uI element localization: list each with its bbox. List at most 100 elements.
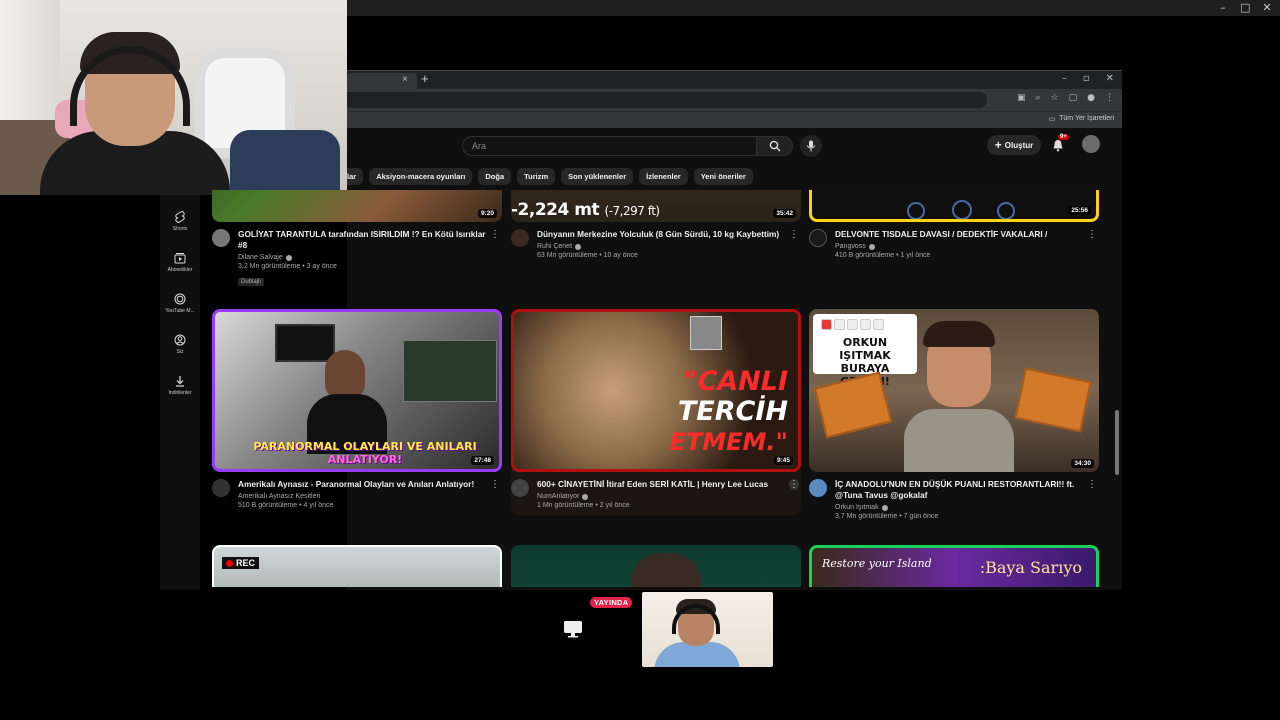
more-actions-icon[interactable]: ⋮ [789, 479, 799, 490]
channel-name[interactable]: Pangvoss [835, 243, 866, 250]
chip[interactable]: Aksiyon-macera oyunları [369, 168, 473, 185]
zoom-icon[interactable]: ⌕ [1036, 93, 1041, 103]
menu-icon[interactable]: ⋮ [1105, 93, 1114, 103]
search-placeholder: Ara [472, 141, 487, 151]
star-icon[interactable]: ☆ [1051, 93, 1059, 103]
browser-minimize-button[interactable]: – [1062, 73, 1067, 84]
video-thumbnail[interactable] [511, 545, 801, 587]
video-card[interactable]: 25:56 DELVONTE TISDALE DAVASI / DEDEKTİF… [809, 190, 1099, 259]
screen-share-icon [563, 620, 583, 643]
close-button[interactable]: ✕ [1262, 1, 1272, 14]
thumbnail-overlay-subtext: (-7,297 ft) [604, 204, 661, 218]
nav-youtube-music[interactable]: YouTube M... [160, 293, 200, 314]
video-card[interactable]: Restore your Island :Baya Sarıyo [809, 545, 1099, 587]
nav-label: İndirilenler [168, 390, 192, 396]
video-thumbnail[interactable]: 25:56 [809, 190, 1099, 222]
account-avatar[interactable] [1082, 135, 1100, 153]
video-thumbnail[interactable]: 9:20 [212, 190, 502, 222]
downloads-icon [176, 376, 184, 387]
video-thumbnail[interactable]: -2,224 mt (-7,297 ft) 35:42 [511, 190, 801, 222]
nav-subscriptions[interactable]: Abonelikler [160, 252, 200, 273]
more-actions-icon[interactable]: ⋮ [490, 229, 500, 240]
chip[interactable]: Turizm [517, 168, 556, 185]
video-duration: 35:42 [773, 209, 796, 218]
nav-label: Abonelikler [167, 267, 193, 273]
more-actions-icon[interactable]: ⋮ [1087, 229, 1097, 240]
cast-icon[interactable]: ▣ [1017, 93, 1026, 103]
video-title[interactable]: Amerikalı Aynasız - Paranormal Olayları … [238, 479, 488, 490]
video-duration: 9:20 [477, 209, 497, 218]
browser-tab[interactable]: × [347, 73, 417, 89]
channel-name[interactable]: Dilane Salvaje [238, 254, 283, 261]
address-bar: ▣ ⌕ ☆ ▢ ● ⋮ [347, 89, 1122, 111]
video-thumbnail[interactable]: PARANORMAL OLAYLARI VE ANILARI ANLATIYOR… [212, 309, 502, 472]
chip[interactable]: Son yüklenenler [561, 168, 634, 185]
chip[interactable]: İzlenenler [639, 168, 688, 185]
channel-name[interactable]: Orkun Işıtmak [835, 504, 879, 511]
search-icon [769, 140, 780, 152]
voice-search-button[interactable] [800, 135, 822, 157]
verified-icon [868, 243, 875, 250]
video-thumbnail[interactable]: Restore your Island :Baya Sarıyo [809, 545, 1099, 587]
chip[interactable]: Yeni öneriler [693, 168, 753, 185]
browser-close-button[interactable]: ✕ [1106, 73, 1114, 84]
chip[interactable]: lar [347, 168, 364, 185]
video-title[interactable]: DELVONTE TISDALE DAVASI / DEDEKTİF VAKAL… [835, 229, 1085, 240]
folder-icon: ▭ [1048, 116, 1056, 123]
video-duration: 34:30 [1071, 459, 1094, 468]
screen: – □ ✕ × + – ▫ ✕ ▣ ⌕ ☆ ▢ ● ⋮ ▭ Tüm Yer İş… [0, 0, 1280, 720]
video-stats: 1 Mn görüntüleme • 2 yıl önce [537, 502, 630, 509]
video-title[interactable]: GOLİYAT TARANTULA tarafından ISIRILDIM !… [238, 229, 488, 251]
video-thumbnail[interactable]: REC [212, 545, 502, 587]
participant-camera[interactable] [642, 592, 773, 667]
video-card[interactable]: ORKUN IŞITMAK BURAYA GELSİN! 34:30 İÇ AN… [809, 309, 1099, 520]
all-bookmarks[interactable]: ▭ Tüm Yer İşaretleri [1049, 115, 1114, 123]
channel-avatar[interactable] [809, 229, 827, 247]
nav-you[interactable]: Siz [160, 334, 200, 355]
scrollbar-thumb[interactable] [1115, 410, 1119, 475]
extensions-icon[interactable]: ▢ [1069, 93, 1078, 103]
plus-icon: + [994, 138, 1002, 152]
search-input[interactable]: Ara [462, 136, 757, 156]
record-icon [226, 559, 233, 567]
nav-downloads[interactable]: İndirilenler [160, 375, 200, 396]
channel-name[interactable]: NumAnlatıyor [537, 493, 579, 500]
video-card-hovered[interactable]: "CANLI TERCİH ETMEM." 9:45 600+ CİNAYETİ… [511, 309, 801, 515]
channel-avatar[interactable] [212, 479, 230, 497]
rec-badge: REC [222, 557, 260, 569]
channel-avatar[interactable] [212, 229, 230, 247]
profile-icon[interactable]: ● [1087, 93, 1095, 103]
tab-close-icon[interactable]: × [402, 74, 408, 85]
video-card[interactable]: -2,224 mt (-7,297 ft) 35:42 Dünyanın Mer… [511, 190, 801, 259]
video-title[interactable]: İÇ ANADOLU'NUN EN DÜŞÜK PUANLI RESTORANT… [835, 479, 1085, 501]
chip[interactable]: Doğa [478, 168, 512, 185]
video-card[interactable]: REC [212, 545, 502, 587]
nav-shorts[interactable]: Shorts [160, 211, 200, 232]
video-title[interactable]: Dünyanın Merkezine Yolculuk (8 Gün Sürdü… [537, 229, 787, 240]
search-button[interactable] [757, 136, 793, 156]
browser-restore-button[interactable]: ▫ [1083, 73, 1090, 84]
create-button[interactable]: + Oluştur [987, 135, 1041, 155]
page-scrollbar[interactable] [1114, 190, 1120, 587]
channel-name[interactable]: Amerikalı Aynasız Kesitleri [238, 493, 320, 500]
new-tab-button[interactable]: + [421, 71, 429, 86]
video-title[interactable]: 600+ CİNAYETİNİ İtiraf Eden SERİ KATİL |… [537, 479, 787, 490]
channel-avatar[interactable] [511, 479, 529, 497]
channel-avatar[interactable] [511, 229, 529, 247]
channel-name[interactable]: Ruhi Çenet [537, 243, 572, 250]
video-thumbnail[interactable]: ORKUN IŞITMAK BURAYA GELSİN! 34:30 [809, 309, 1099, 472]
more-actions-icon[interactable]: ⋮ [1087, 479, 1097, 490]
more-actions-icon[interactable]: ⋮ [789, 229, 799, 240]
video-card[interactable] [511, 545, 801, 587]
url-input[interactable] [347, 92, 987, 108]
minimize-button[interactable]: – [1218, 1, 1228, 14]
video-card[interactable]: PARANORMAL OLAYLARI VE ANILARI ANLATIYOR… [212, 309, 502, 509]
video-thumbnail[interactable]: "CANLI TERCİH ETMEM." 9:45 [511, 309, 801, 472]
maximize-button[interactable]: □ [1240, 1, 1250, 14]
thumbnail-overlay-text: :Baya Sarıyo [979, 558, 1082, 577]
channel-avatar[interactable] [809, 479, 827, 497]
youtube-music-icon [174, 293, 186, 305]
video-duration: 27:48 [471, 456, 494, 465]
more-actions-icon[interactable]: ⋮ [490, 479, 500, 490]
video-card[interactable]: 9:20 GOLİYAT TARANTULA tarafından ISIRIL… [212, 190, 502, 288]
